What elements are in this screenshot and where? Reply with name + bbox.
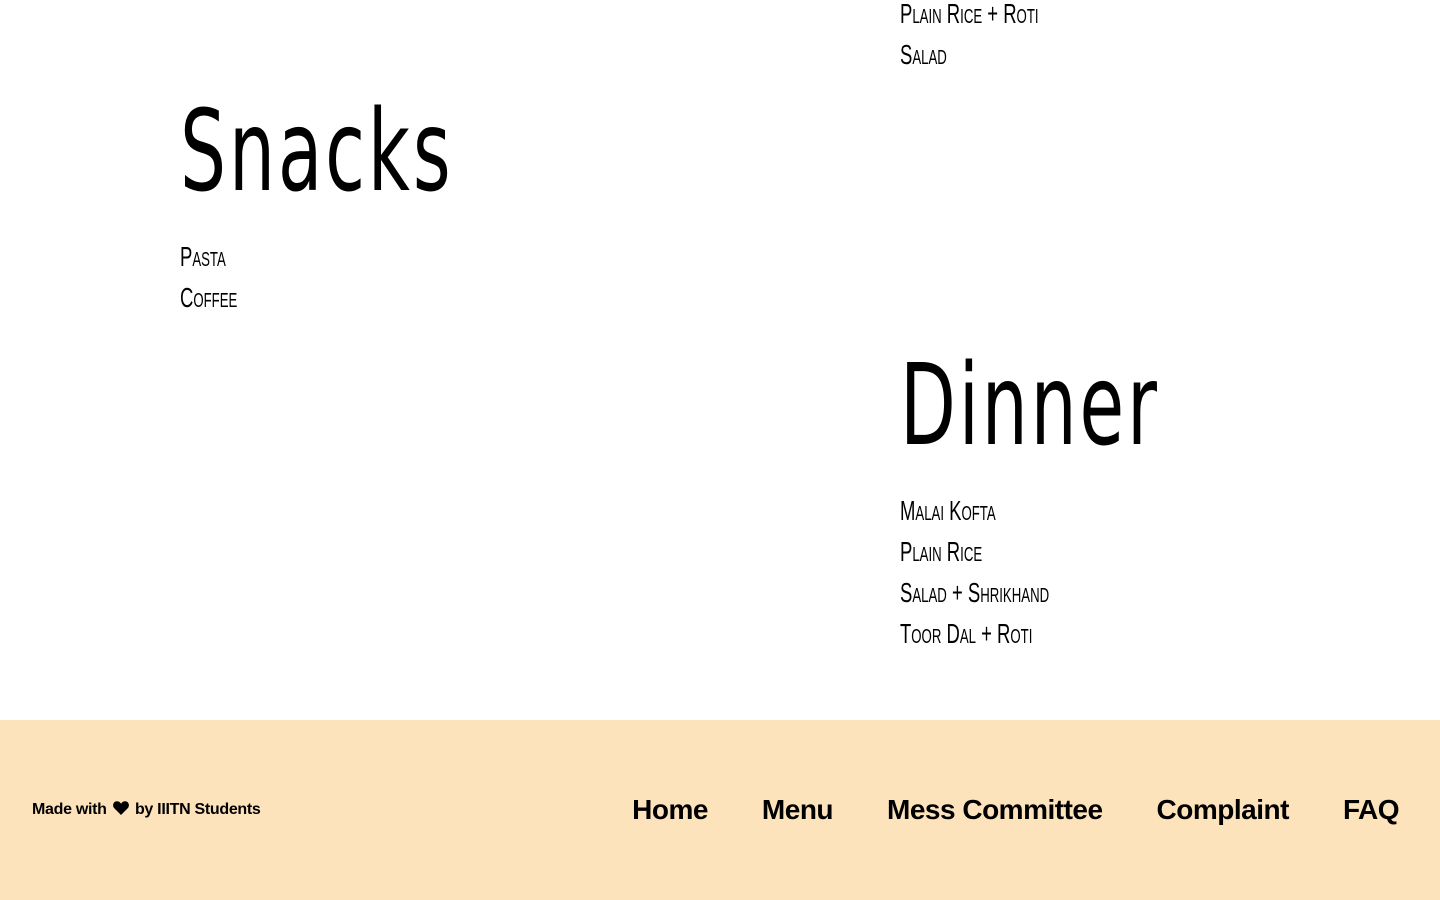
snacks-item: Coffee (180, 282, 238, 313)
dinner-item: Salad + Shrikhand (900, 577, 1050, 608)
dinner-item: Malai Kofta (900, 495, 996, 526)
credit-prefix: Made with (32, 801, 107, 818)
heart-icon (112, 801, 129, 815)
credit-suffix: by IIITN Students (134, 801, 261, 818)
dinner-item-list: Malai Kofta Plain Rice Salad + Shrikhand… (900, 490, 1261, 654)
page: Plain Rice + Roti Salad Snacks Pasta Cof… (0, 0, 1440, 900)
lunch-item: Plain Rice + Roti (900, 0, 1039, 29)
footer-nav: Home Menu Mess Committee Complaint FAQ (632, 790, 1399, 830)
dinner-item: Toor Dal + Roti (900, 618, 1033, 649)
snacks-section: Snacks Pasta Coffee (180, 96, 560, 318)
dinner-item: Plain Rice (900, 536, 983, 567)
lunch-item: Salad (900, 39, 947, 70)
footer-credit: Made with by IIITN Students (32, 799, 261, 821)
lunch-item-list: Plain Rice + Roti Salad (900, 0, 1110, 75)
lunch-section: Plain Rice + Roti Salad (900, 0, 1110, 75)
nav-link-mess-committee[interactable]: Mess Committee (887, 790, 1103, 830)
nav-link-menu[interactable]: Menu (762, 790, 834, 830)
dinner-title: Dinner (900, 341, 1160, 471)
snacks-title: Snacks (180, 87, 454, 217)
dinner-section: Dinner Malai Kofta Plain Rice Salad + Sh… (900, 350, 1261, 654)
snacks-item-list: Pasta Coffee (180, 236, 560, 318)
nav-link-faq[interactable]: FAQ (1343, 790, 1400, 830)
snacks-item: Pasta (180, 241, 226, 272)
menu-area: Plain Rice + Roti Salad Snacks Pasta Cof… (0, 0, 1440, 720)
footer: Made with by IIITN Students Home Menu Me… (0, 720, 1440, 900)
nav-link-complaint[interactable]: Complaint (1157, 790, 1290, 830)
nav-link-home[interactable]: Home (632, 790, 708, 830)
